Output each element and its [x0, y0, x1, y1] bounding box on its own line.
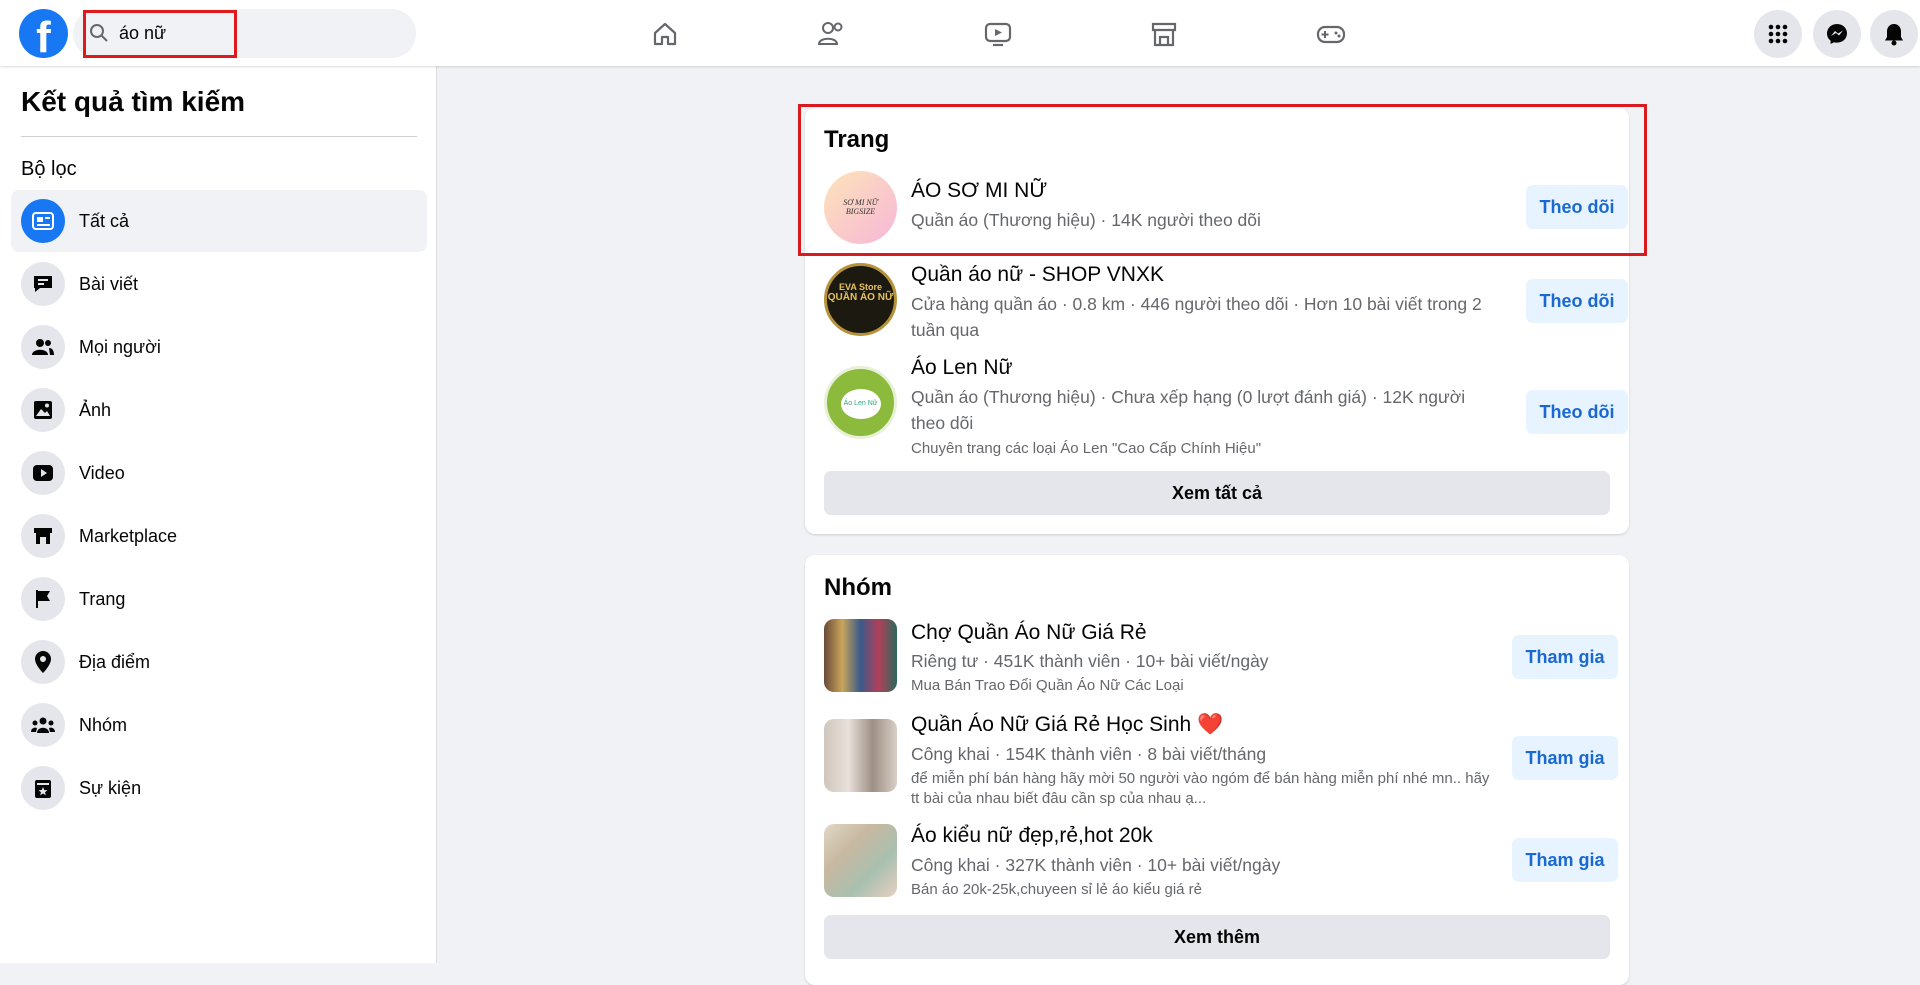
- see-more-button[interactable]: Xem thêm: [824, 915, 1610, 959]
- sidebar-item-posts[interactable]: Bài viết: [11, 253, 427, 315]
- menu-grid-icon[interactable]: [1754, 10, 1802, 58]
- messenger-icon[interactable]: [1813, 10, 1861, 58]
- list-item[interactable]: Áo kiểu nữ đẹp,rẻ,hot 20k Công khai · 32…: [824, 822, 1618, 898]
- groups-results-card: Nhóm Chợ Quần Áo Nữ Giá Rẻ Riêng tư · 45…: [805, 555, 1629, 985]
- group-avatar: [824, 824, 897, 897]
- sidebar-item-pages[interactable]: Trang: [11, 568, 427, 630]
- group-description: Bán áo 20k-25k,chuyeen sỉ lẻ áo kiểu giá…: [911, 881, 1203, 898]
- people-icon: [21, 325, 65, 369]
- page-meta: Quần áo (Thương hiệu) · Chưa xếp hạng (0…: [911, 387, 1466, 433]
- list-item[interactable]: Áo Len Nữ Áo Len Nữ Quần áo (Thương hiệu…: [824, 356, 1628, 466]
- marketplace-icon: [21, 514, 65, 558]
- group-name[interactable]: Chợ Quần Áo Nữ Giá Rẻ: [911, 621, 1147, 645]
- page-avatar: EVA Store QUẦN ÁO NỮ: [824, 263, 897, 336]
- flag-icon: [21, 577, 65, 621]
- events-icon: [21, 766, 65, 810]
- groups-icon: [21, 703, 65, 747]
- sidebar-item-marketplace[interactable]: Marketplace: [11, 505, 427, 567]
- heart-emoji: ❤️: [1197, 713, 1224, 736]
- group-description: để miễn phí bán hàng hãy mời 50 người và…: [911, 770, 1490, 807]
- sidebar-item-label: Mọi người: [79, 336, 161, 357]
- page-meta: Cửa hàng quần áo · 0.8 km · 446 người th…: [911, 294, 1482, 340]
- group-description: Mua Bán Trao Đổi Quần Áo Nữ Các Loại: [911, 677, 1184, 694]
- sidebar-item-photos[interactable]: Ảnh: [11, 379, 427, 441]
- list-item[interactable]: EVA Store QUẦN ÁO NỮ Quần áo nữ - SHOP VN…: [824, 263, 1628, 343]
- sidebar-item-label: Sự kiện: [79, 777, 142, 798]
- group-name[interactable]: Áo kiểu nữ đẹp,rẻ,hot 20k: [911, 824, 1153, 848]
- sidebar-item-people[interactable]: Mọi người: [11, 316, 427, 378]
- divider: [21, 136, 417, 137]
- sidebar-item-label: Nhóm: [79, 714, 128, 735]
- sidebar-item-groups[interactable]: Nhóm: [11, 694, 427, 756]
- sidebar-item-label: Video: [79, 462, 125, 483]
- sidebar-item-events[interactable]: Sự kiện: [11, 757, 427, 819]
- join-button[interactable]: Tham gia: [1512, 838, 1618, 882]
- sidebar-item-label: Bài viết: [79, 273, 139, 294]
- sidebar-item-places[interactable]: Địa điểm: [11, 631, 427, 693]
- list-item[interactable]: Chợ Quần Áo Nữ Giá Rẻ Riêng tư · 451K th…: [824, 618, 1618, 694]
- sidebar-item-label: Địa điểm: [79, 651, 151, 672]
- page-description: Chuyên trang các loại Áo Len "Cao Cấp Ch…: [911, 440, 1262, 457]
- home-icon[interactable]: [645, 14, 685, 54]
- sidebar-item-label: Marketplace: [79, 525, 178, 546]
- video-icon: [21, 451, 65, 495]
- posts-icon: [21, 262, 65, 306]
- join-button[interactable]: Tham gia: [1512, 635, 1618, 679]
- page-avatar: Áo Len Nữ: [824, 366, 897, 439]
- follow-button[interactable]: Theo dõi: [1526, 390, 1628, 434]
- see-all-button[interactable]: Xem tất cả: [824, 471, 1610, 515]
- watch-icon[interactable]: [978, 14, 1018, 54]
- follow-button[interactable]: Theo dõi: [1526, 279, 1628, 323]
- sidebar-item-video[interactable]: Video: [11, 442, 427, 504]
- group-avatar: [824, 619, 897, 692]
- join-button[interactable]: Tham gia: [1512, 736, 1618, 780]
- group-meta: Công khai · 154K thành viên · 8 bài viết…: [911, 744, 1267, 764]
- top-bar: f: [0, 0, 1920, 66]
- section-title: Nhóm: [824, 574, 892, 601]
- photos-icon: [21, 388, 65, 432]
- list-item[interactable]: Quần Áo Nữ Giá Rẻ Học Sinh ❤️ Công khai …: [824, 711, 1618, 811]
- marketplace-icon[interactable]: [1144, 14, 1184, 54]
- sidebar-item-all[interactable]: Tất cả: [11, 190, 427, 252]
- all-results-icon: [21, 199, 65, 243]
- filter-label: Bộ lọc: [21, 158, 77, 180]
- facebook-logo[interactable]: f: [19, 9, 68, 58]
- search-highlight-box: [83, 10, 237, 58]
- group-meta: Công khai · 327K thành viên · 10+ bài vi…: [911, 855, 1281, 875]
- group-name[interactable]: Quần Áo Nữ Giá Rẻ Học Sinh ❤️: [911, 713, 1223, 737]
- sidebar-item-label: Ảnh: [79, 399, 112, 420]
- page-name[interactable]: Áo Len Nữ: [911, 356, 1013, 380]
- group-meta: Riêng tư · 451K thành viên · 10+ bài viế…: [911, 651, 1269, 671]
- friends-icon[interactable]: [811, 14, 851, 54]
- sidebar-item-label: Trang: [79, 588, 126, 609]
- location-icon: [21, 640, 65, 684]
- sidebar-item-label: Tất cả: [79, 210, 130, 231]
- sidebar: Kết quả tìm kiếm Bộ lọc Tất cả Bài viết …: [0, 66, 437, 963]
- notifications-icon[interactable]: [1870, 10, 1918, 58]
- page-name[interactable]: Quần áo nữ - SHOP VNXK: [911, 263, 1164, 287]
- group-avatar: [824, 719, 897, 792]
- gaming-icon[interactable]: [1311, 14, 1351, 54]
- page-title: Kết quả tìm kiếm: [21, 86, 246, 117]
- highlight-box: [798, 104, 1647, 256]
